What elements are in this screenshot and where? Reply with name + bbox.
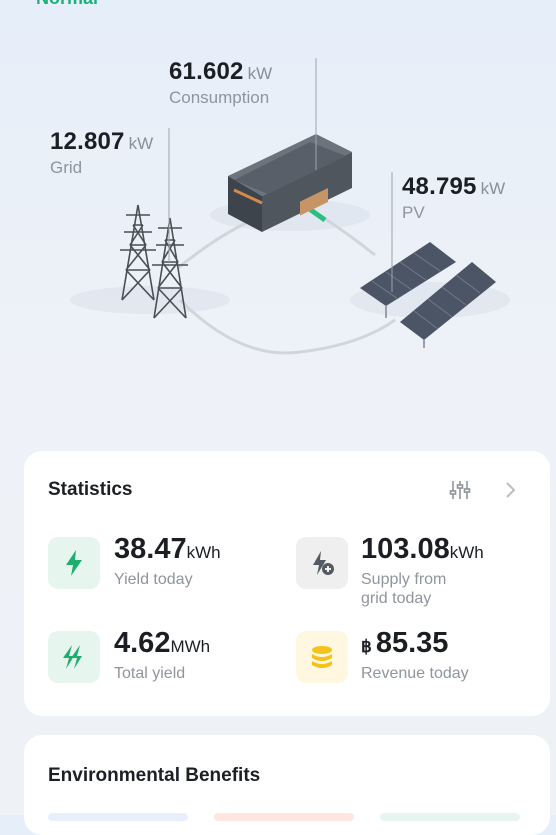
yield-today-value: 38.47 bbox=[114, 533, 187, 565]
filter-settings-icon[interactable] bbox=[446, 476, 474, 504]
consumption-label: Consumption bbox=[169, 88, 270, 107]
total-yield-label: Total yield bbox=[114, 665, 186, 682]
grid-supply-icon bbox=[296, 537, 348, 589]
benefit-tile-edge bbox=[48, 813, 188, 821]
environmental-benefits-title: Environmental Benefits bbox=[48, 765, 261, 786]
consumption-unit: kW bbox=[247, 64, 273, 83]
consumption-value: 61.602 bbox=[169, 58, 244, 85]
energy-flow-diagram: 61.602 kW Consumption 12.807 kW Grid 48.79… bbox=[0, 0, 556, 430]
pv-label: PV bbox=[402, 203, 425, 222]
coins-icon bbox=[296, 631, 348, 683]
revenue-today-label: Revenue today bbox=[361, 665, 469, 682]
yield-today-unit: kWh bbox=[186, 543, 221, 562]
grid-value: 12.807 bbox=[50, 128, 125, 155]
grid-unit: kW bbox=[128, 134, 154, 153]
statistics-title: Statistics bbox=[48, 479, 133, 500]
chevron-right-icon[interactable] bbox=[496, 476, 524, 504]
benefit-tile-edge bbox=[214, 813, 354, 821]
grid-label: Grid bbox=[50, 158, 83, 177]
supply-from-grid-label: Supply from grid today bbox=[361, 571, 447, 607]
pv-value: 48.795 bbox=[402, 173, 477, 200]
yield-today-label: Yield today bbox=[114, 571, 193, 588]
pv-metric: 48.795 kW PV bbox=[402, 173, 505, 223]
statistics-card[interactable]: Statistics 38.47kWh Yield today 103.08kW… bbox=[24, 451, 550, 716]
supply-from-grid-value: 103.08 bbox=[361, 533, 450, 565]
total-yield-unit: MWh bbox=[170, 637, 211, 656]
currency-symbol: ฿ bbox=[361, 637, 372, 656]
pv-unit: kW bbox=[480, 179, 506, 198]
total-yield-value: 4.62 bbox=[114, 627, 171, 659]
double-lightning-icon bbox=[48, 631, 100, 683]
consumption-metric: 61.602 kW Consumption bbox=[169, 58, 272, 108]
grid-metric: 12.807 kW Grid bbox=[50, 128, 153, 178]
lightning-icon bbox=[48, 537, 100, 589]
revenue-today-value: 85.35 bbox=[375, 627, 449, 659]
benefit-tile-edge bbox=[380, 813, 520, 821]
supply-from-grid-unit: kWh bbox=[449, 543, 484, 562]
environmental-benefits-card[interactable]: Environmental Benefits bbox=[24, 735, 550, 835]
